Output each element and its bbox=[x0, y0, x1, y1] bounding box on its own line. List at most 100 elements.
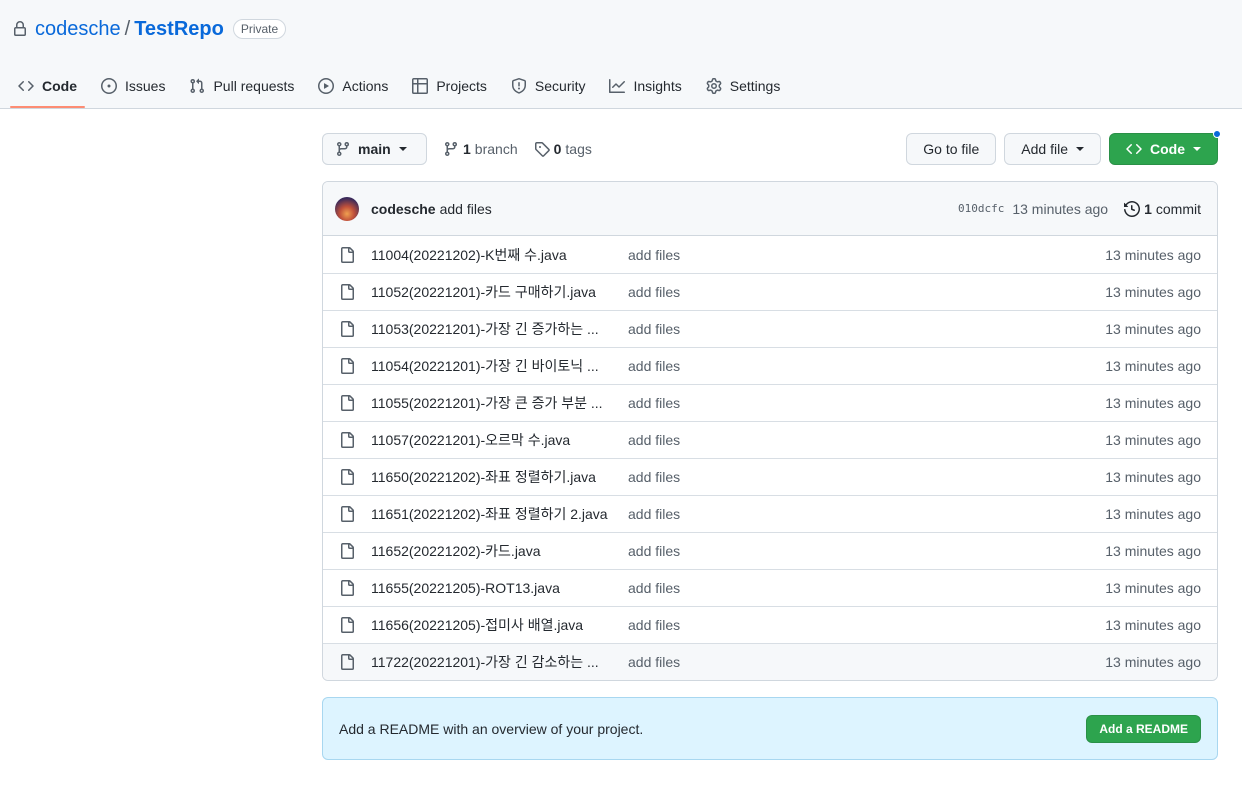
file-name-link[interactable]: 11052(20221201)-카드 구매하기.java bbox=[371, 282, 612, 302]
file-row[interactable]: 11722(20221201)-가장 긴 감소하는 ... add files … bbox=[323, 643, 1217, 680]
file-icon bbox=[341, 654, 354, 670]
file-commit-message[interactable]: add files bbox=[628, 284, 1105, 300]
file-icon bbox=[341, 284, 354, 300]
tab-label: Issues bbox=[125, 77, 166, 94]
pull-request-icon bbox=[190, 78, 205, 93]
tags-link[interactable]: 0 tags bbox=[534, 141, 592, 157]
file-commit-message[interactable]: add files bbox=[628, 469, 1105, 485]
commit-time: 13 minutes ago bbox=[1012, 200, 1109, 217]
add-readme-button[interactable]: Add a README bbox=[1086, 714, 1201, 743]
tab-label: Code bbox=[42, 77, 77, 94]
history-icon bbox=[1124, 200, 1141, 217]
go-to-file-button[interactable]: Go to file bbox=[906, 133, 997, 165]
issue-icon bbox=[101, 77, 117, 94]
file-commit-message[interactable]: add files bbox=[628, 358, 1105, 374]
file-name-link[interactable]: 11055(20221201)-가장 큰 증가 부분 ... bbox=[371, 393, 612, 413]
file-icon bbox=[341, 506, 354, 522]
code-button-label: Code bbox=[1150, 141, 1185, 157]
file-commit-message[interactable]: add files bbox=[628, 617, 1105, 633]
file-listing: codesche add files 010dcfc 13 minutes ag… bbox=[322, 181, 1218, 681]
file-commit-message[interactable]: add files bbox=[628, 395, 1105, 411]
repo-content: main 1 branch 0 tags Go to file Add file… bbox=[322, 130, 1221, 760]
gear-icon bbox=[706, 77, 722, 94]
file-icon bbox=[341, 543, 354, 559]
tab-label: Pull requests bbox=[213, 77, 295, 94]
code-button[interactable]: Code bbox=[1109, 130, 1221, 165]
code-icon bbox=[18, 80, 34, 91]
add-file-button[interactable]: Add file bbox=[1004, 133, 1101, 165]
file-commit-message[interactable]: add files bbox=[628, 543, 1105, 559]
file-row[interactable]: 11656(20221205)-접미사 배열.java add files 13… bbox=[323, 606, 1217, 643]
commit-message[interactable]: add files bbox=[440, 201, 492, 217]
file-commit-message[interactable]: add files bbox=[628, 247, 1105, 263]
tab-security[interactable]: Security bbox=[503, 64, 594, 107]
file-commit-time: 13 minutes ago bbox=[1105, 246, 1201, 263]
visibility-badge: Private bbox=[232, 19, 287, 39]
branches-link[interactable]: 1 branch bbox=[443, 141, 518, 157]
file-row[interactable]: 11650(20221202)-좌표 정렬하기.java add files 1… bbox=[323, 458, 1217, 495]
repo-owner-link[interactable]: codesche bbox=[35, 18, 121, 41]
file-row[interactable]: 11655(20221205)-ROT13.java add files 13 … bbox=[323, 569, 1217, 606]
file-name-link[interactable]: 11652(20221202)-카드.java bbox=[371, 541, 612, 561]
file-row[interactable]: 11652(20221202)-카드.java add files 13 min… bbox=[323, 532, 1217, 569]
code-icon bbox=[1126, 144, 1142, 154]
file-row[interactable]: 11053(20221201)-가장 긴 증가하는 ... add files … bbox=[323, 310, 1217, 347]
tab-settings[interactable]: Settings bbox=[698, 64, 789, 107]
file-icon bbox=[341, 246, 354, 263]
file-row[interactable]: 11055(20221201)-가장 큰 증가 부분 ... add files… bbox=[323, 384, 1217, 421]
tab-pull-requests[interactable]: Pull requests bbox=[181, 64, 302, 107]
avatar[interactable] bbox=[335, 196, 359, 221]
tag-icon bbox=[534, 142, 550, 157]
file-name-link[interactable]: 11650(20221202)-좌표 정렬하기.java bbox=[371, 467, 612, 487]
tab-code[interactable]: Code bbox=[10, 64, 85, 108]
file-row[interactable]: 11004(20221202)-K번째 수.java add files 13 … bbox=[323, 236, 1217, 273]
add-file-label: Add file bbox=[1021, 141, 1068, 157]
commit-history-link[interactable]: 1 commit bbox=[1124, 201, 1201, 217]
play-icon bbox=[318, 77, 335, 94]
file-commit-time: 13 minutes ago bbox=[1105, 654, 1201, 670]
graph-icon bbox=[609, 78, 626, 93]
file-row[interactable]: 11052(20221201)-카드 구매하기.java add files 1… bbox=[323, 273, 1217, 310]
file-name-link[interactable]: 11651(20221202)-좌표 정렬하기 2.java bbox=[371, 504, 612, 524]
file-commit-time: 13 minutes ago bbox=[1105, 469, 1201, 485]
branch-name: main bbox=[358, 141, 391, 157]
file-commit-time: 13 minutes ago bbox=[1105, 358, 1201, 374]
file-commit-time: 13 minutes ago bbox=[1105, 580, 1201, 596]
commit-sha[interactable]: 010dcfc bbox=[958, 202, 1004, 215]
file-name-link[interactable]: 11054(20221201)-가장 긴 바이토닉 ... bbox=[371, 356, 612, 376]
lock-icon bbox=[14, 21, 26, 36]
file-icon bbox=[341, 321, 354, 337]
file-row[interactable]: 11057(20221201)-오르막 수.java add files 13 … bbox=[323, 421, 1217, 458]
chevron-down-icon bbox=[1076, 147, 1084, 151]
file-icon bbox=[341, 617, 354, 633]
tab-issues[interactable]: Issues bbox=[93, 64, 173, 107]
file-commit-message[interactable]: add files bbox=[628, 432, 1105, 448]
tab-label: Actions bbox=[342, 77, 389, 94]
file-commit-message[interactable]: add files bbox=[628, 506, 1105, 522]
latest-commit: codesche add files 010dcfc 13 minutes ag… bbox=[323, 182, 1217, 236]
file-name-link[interactable]: 11655(20221205)-ROT13.java bbox=[371, 580, 612, 596]
branch-select-button[interactable]: main bbox=[322, 133, 427, 165]
tab-insights[interactable]: Insights bbox=[601, 64, 689, 107]
file-row[interactable]: 11651(20221202)-좌표 정렬하기 2.java add files… bbox=[323, 495, 1217, 532]
file-name-link[interactable]: 11656(20221205)-접미사 배열.java bbox=[371, 615, 612, 635]
file-commit-message[interactable]: add files bbox=[628, 321, 1105, 337]
git-branch-icon bbox=[444, 142, 457, 157]
file-commit-message[interactable]: add files bbox=[628, 580, 1105, 596]
notification-dot bbox=[1213, 130, 1221, 138]
file-name-link[interactable]: 11053(20221201)-가장 긴 증가하는 ... bbox=[371, 319, 612, 339]
file-name-link[interactable]: 11004(20221202)-K번째 수.java bbox=[371, 245, 612, 265]
commit-author[interactable]: codesche bbox=[371, 201, 436, 217]
repo-name-link[interactable]: TestRepo bbox=[134, 18, 224, 41]
readme-prompt-text: Add a README with an overview of your pr… bbox=[339, 720, 644, 737]
file-row[interactable]: 11054(20221201)-가장 긴 바이토닉 ... add files … bbox=[323, 347, 1217, 384]
git-branch-icon bbox=[336, 142, 349, 157]
file-commit-message[interactable]: add files bbox=[628, 654, 1105, 670]
readme-prompt: Add a README with an overview of your pr… bbox=[322, 697, 1218, 760]
file-name-link[interactable]: 11057(20221201)-오르막 수.java bbox=[371, 430, 612, 450]
file-name-link[interactable]: 11722(20221201)-가장 긴 감소하는 ... bbox=[371, 652, 612, 672]
tab-projects[interactable]: Projects bbox=[404, 64, 495, 107]
repo-title: codesche / TestRepo Private bbox=[12, 16, 287, 42]
tab-actions[interactable]: Actions bbox=[310, 64, 396, 107]
file-icon bbox=[341, 469, 354, 485]
